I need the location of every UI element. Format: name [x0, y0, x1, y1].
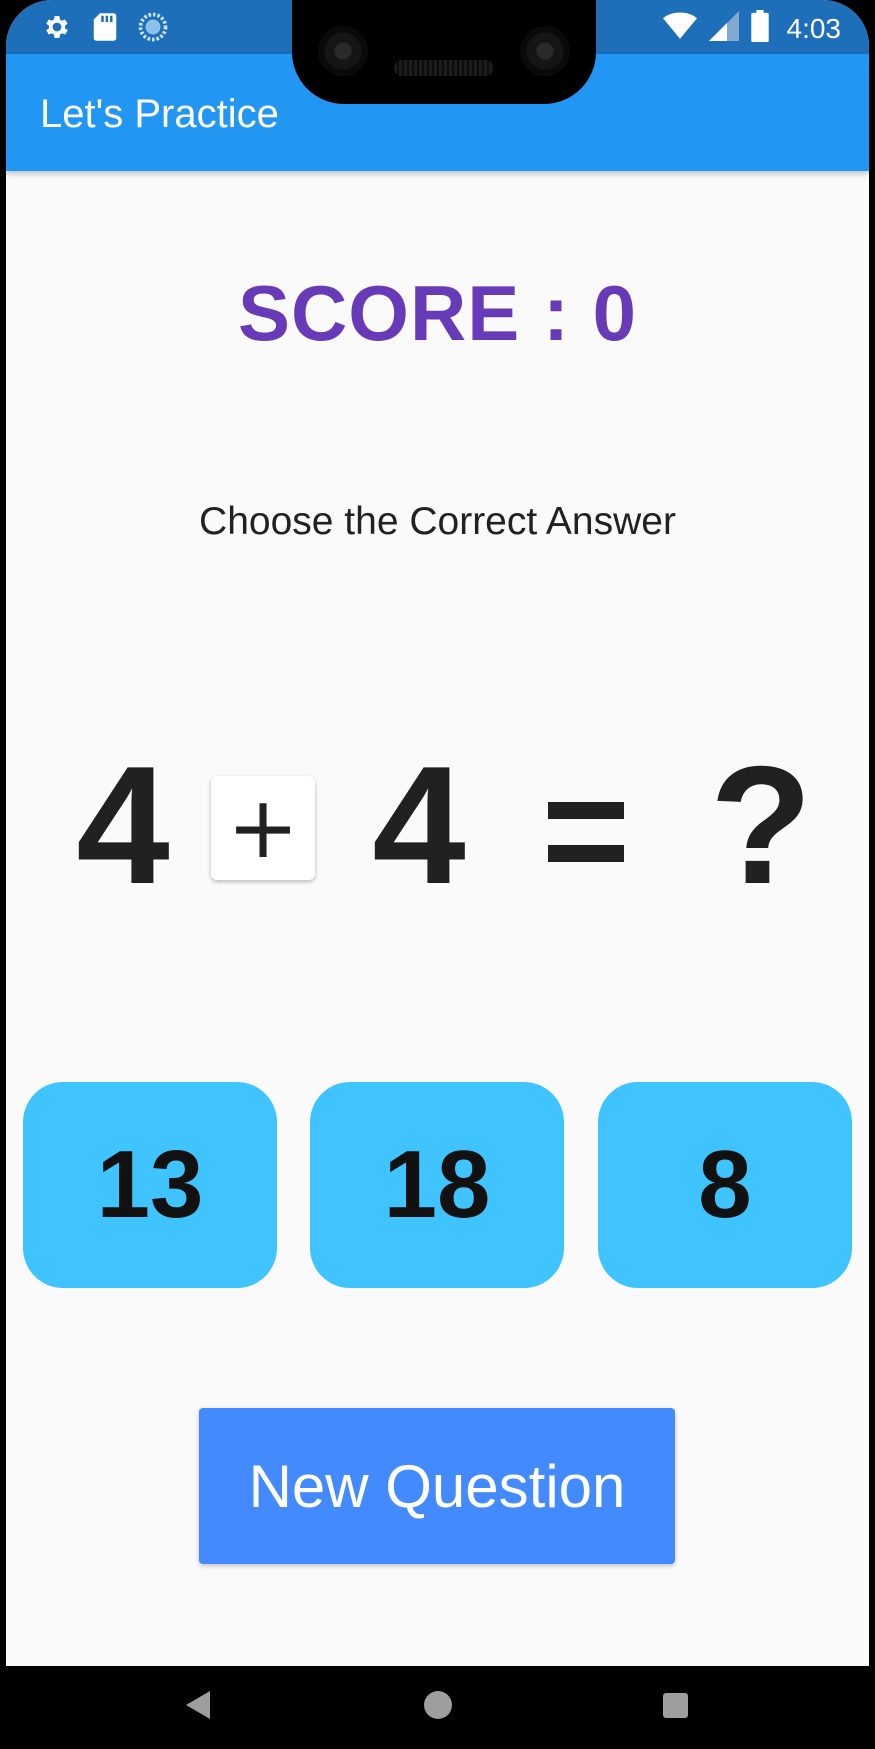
wifi-icon	[662, 11, 697, 46]
app-bar-title: Let's Practice	[40, 92, 279, 136]
status-left-icons	[42, 12, 168, 47]
status-time: 4:03	[786, 12, 842, 44]
front-camera-right	[520, 26, 570, 76]
score-label: SCORE : 0	[237, 269, 638, 357]
answer-option-1[interactable]: 13	[23, 1082, 277, 1288]
answer-option-3[interactable]: 8	[598, 1082, 852, 1288]
front-camera-left	[318, 26, 368, 76]
camera-notch	[292, 0, 596, 104]
equation-row: 4 + 4 ?	[6, 740, 869, 910]
signal-icon	[708, 11, 739, 46]
operator-button[interactable]: +	[211, 776, 315, 880]
answer-option-2[interactable]: 18	[310, 1082, 564, 1288]
equals-bar-bottom	[548, 845, 624, 862]
earpiece-speaker	[394, 60, 494, 76]
right-operand: 4	[372, 731, 466, 919]
instruction-text: Choose the Correct Answer	[199, 500, 676, 543]
navigation-bar	[0, 1666, 875, 1749]
sd-card-icon	[92, 12, 118, 47]
app-screen: 4:03 Let's Practice SCORE : 0 Choose the…	[6, 0, 869, 1666]
unknown-result: ?	[709, 731, 813, 919]
new-question-button[interactable]: New Question	[199, 1408, 675, 1564]
battery-icon	[750, 10, 769, 47]
equals-icon	[548, 802, 624, 862]
status-right-icons: 4:03	[662, 10, 842, 47]
sync-circle-icon	[138, 12, 168, 47]
home-icon[interactable]	[424, 1691, 452, 1719]
left-operand: 4	[76, 731, 170, 919]
device-frame: 4:03 Let's Practice SCORE : 0 Choose the…	[0, 0, 875, 1749]
recents-icon[interactable]	[663, 1693, 688, 1718]
equals-bar-top	[548, 802, 624, 819]
gear-icon	[42, 12, 72, 47]
back-icon[interactable]	[186, 1691, 210, 1719]
